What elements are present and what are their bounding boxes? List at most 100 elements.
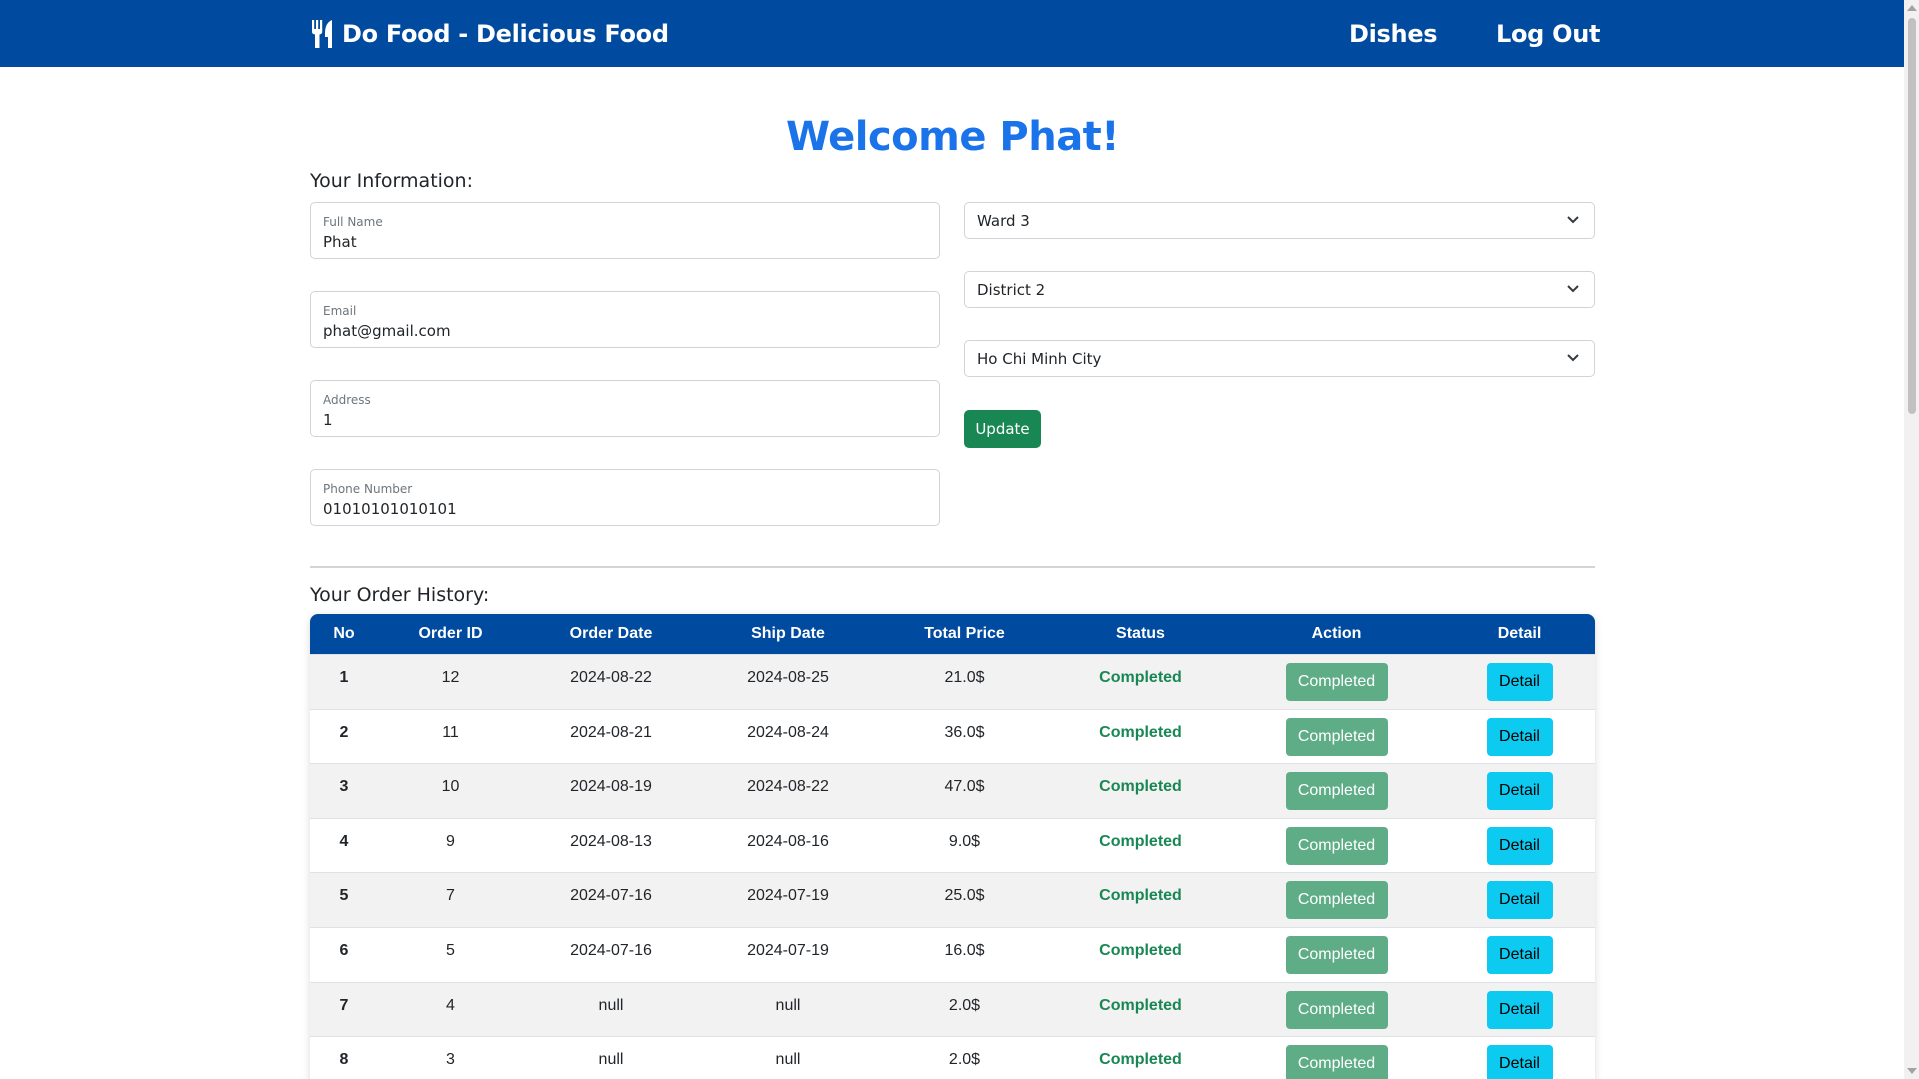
detail-button[interactable]: Detail: [1486, 935, 1553, 974]
full-name-value[interactable]: Phat: [323, 233, 357, 251]
detail-button[interactable]: Detail: [1486, 772, 1553, 811]
brand-text: Do Food - Delicious Food: [342, 19, 669, 48]
email-label: Email: [323, 304, 357, 318]
row-total-price: 47.0$: [944, 778, 985, 796]
row-no: 3: [339, 778, 349, 796]
nav-dishes-link[interactable]: Dishes: [1349, 0, 1438, 67]
row-status: Completed: [1099, 778, 1182, 796]
row-no: 7: [339, 996, 349, 1014]
row-order-date: 2024-08-21: [570, 723, 652, 741]
detail-button[interactable]: Detail: [1486, 1045, 1553, 1079]
email-value[interactable]: phat@gmail.com: [323, 322, 451, 340]
row-ship-date: null: [775, 996, 801, 1014]
row-no: 6: [339, 941, 349, 959]
completed-button[interactable]: Completed: [1285, 826, 1388, 865]
info-section-title: Your Information:: [310, 170, 473, 192]
scroll-up-arrow-icon[interactable]: [1907, 5, 1917, 11]
row-order-date: 2024-08-13: [570, 832, 652, 850]
completed-button[interactable]: Completed: [1285, 1045, 1388, 1079]
completed-button[interactable]: Completed: [1285, 772, 1388, 811]
header-order-id: Order ID: [418, 625, 483, 642]
order-history-title: Your Order History:: [310, 584, 490, 606]
section-divider: [310, 566, 1595, 568]
completed-button[interactable]: Completed: [1285, 717, 1388, 756]
table-row: 8 3 null null 2.0$ Completed Completed D…: [310, 1036, 1595, 1079]
phone-number-label: Phone Number: [323, 482, 413, 496]
row-total-price: 25.0$: [944, 887, 985, 905]
chevron-down-icon: [1567, 285, 1579, 293]
scroll-down-arrow-icon[interactable]: [1907, 1068, 1917, 1074]
row-order-date: 2024-08-19: [570, 778, 652, 796]
table-row: 1 12 2024-08-22 2024-08-25 21.0$ Complet…: [310, 654, 1595, 709]
header-order-date: Order Date: [569, 625, 653, 642]
city-select[interactable]: Ho Chi Minh City: [964, 340, 1595, 377]
detail-button[interactable]: Detail: [1486, 717, 1553, 756]
table-row: 5 7 2024-07-16 2024-07-19 25.0$ Complete…: [310, 872, 1595, 927]
detail-button[interactable]: Detail: [1486, 881, 1553, 920]
row-no: 8: [339, 1051, 349, 1069]
row-ship-date: 2024-07-19: [747, 887, 829, 905]
chevron-down-icon: [1567, 216, 1579, 224]
row-ship-date: 2024-08-16: [747, 832, 829, 850]
detail-button[interactable]: Detail: [1486, 990, 1553, 1029]
row-order-date: 2024-07-16: [570, 941, 652, 959]
full-name-label: Full Name: [323, 215, 383, 229]
phone-number-field[interactable]: Phone Number 01010101010101: [310, 469, 940, 526]
table-row: 6 5 2024-07-16 2024-07-19 16.0$ Complete…: [310, 926, 1595, 982]
row-total-price: 36.0$: [944, 723, 985, 741]
completed-button[interactable]: Completed: [1285, 935, 1388, 974]
update-button[interactable]: Update: [964, 410, 1041, 448]
row-order-id: 10: [441, 778, 460, 796]
row-order-date: null: [598, 996, 624, 1014]
row-order-id: 12: [441, 669, 460, 686]
brand-link[interactable]: Do Food - Delicious Food: [310, 0, 669, 67]
row-status: Completed: [1099, 996, 1182, 1014]
row-ship-date: 2024-08-22: [747, 778, 829, 796]
nav-logout-link[interactable]: Log Out: [1496, 0, 1600, 67]
row-no: 1: [339, 669, 349, 686]
row-ship-date: 2024-08-24: [747, 723, 829, 741]
row-order-id: 9: [446, 832, 455, 850]
table-row: 3 10 2024-08-19 2024-08-22 47.0$ Complet…: [310, 763, 1595, 818]
row-order-id: 7: [446, 887, 455, 905]
header-status: Status: [1116, 625, 1165, 642]
phone-number-value[interactable]: 01010101010101: [323, 500, 457, 518]
row-order-date: 2024-08-22: [570, 669, 652, 686]
page-title: Welcome Phat!: [785, 114, 1120, 160]
completed-button[interactable]: Completed: [1285, 663, 1388, 701]
row-order-date: null: [598, 1051, 624, 1069]
header-ship-date: Ship Date: [751, 625, 825, 642]
row-status: Completed: [1099, 669, 1182, 686]
completed-button[interactable]: Completed: [1285, 881, 1388, 920]
row-order-id: 3: [446, 1051, 455, 1069]
row-ship-date: 2024-07-19: [747, 941, 829, 959]
page-scrollbar[interactable]: [1904, 0, 1919, 1079]
scrollbar-thumb[interactable]: [1908, 18, 1916, 414]
ward-select-value: Ward 3: [977, 211, 1030, 230]
table-header: No Order ID Order Date Ship Date Total P…: [310, 614, 1595, 654]
ward-select[interactable]: Ward 3: [964, 202, 1595, 239]
row-no: 5: [339, 887, 349, 905]
row-total-price: 2.0$: [948, 996, 981, 1014]
table-row: 7 4 null null 2.0$ Completed Completed D…: [310, 981, 1595, 1037]
detail-button[interactable]: Detail: [1486, 663, 1553, 701]
row-status: Completed: [1099, 1051, 1182, 1069]
row-status: Completed: [1099, 887, 1182, 905]
header-no: No: [333, 625, 355, 642]
row-order-id: 4: [446, 996, 455, 1014]
address-label: Address: [323, 393, 371, 407]
full-name-field[interactable]: Full Name Phat: [310, 202, 940, 259]
detail-button[interactable]: Detail: [1486, 826, 1553, 865]
order-history-table: No Order ID Order Date Ship Date Total P…: [310, 614, 1595, 1079]
row-no: 2: [339, 723, 349, 741]
chevron-down-icon: [1567, 354, 1579, 362]
table-row: 2 11 2024-08-21 2024-08-24 36.0$ Complet…: [310, 708, 1595, 764]
row-no: 4: [339, 832, 349, 850]
completed-button[interactable]: Completed: [1285, 990, 1388, 1029]
row-ship-date: null: [775, 1051, 801, 1069]
address-value[interactable]: 1: [323, 411, 333, 429]
row-total-price: 2.0$: [948, 1051, 981, 1069]
address-field[interactable]: Address 1: [310, 380, 940, 437]
district-select[interactable]: District 2: [964, 271, 1595, 308]
email-field[interactable]: Email phat@gmail.com: [310, 291, 940, 348]
